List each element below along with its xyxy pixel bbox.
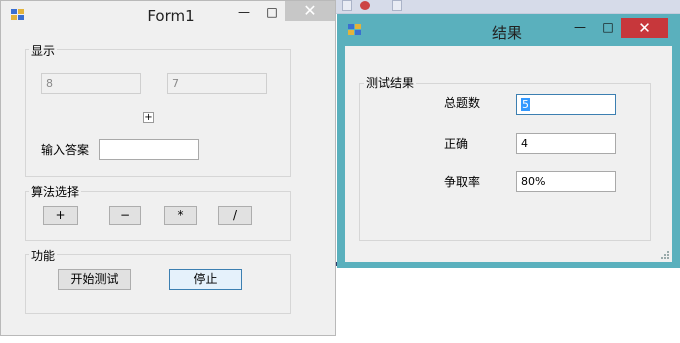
app-icon bbox=[348, 24, 362, 36]
form1-titlebar[interactable]: Form1 — □ ✕ bbox=[1, 1, 335, 31]
result-client-area: 测试结果 总题数 5 正确 4 争取率 80% bbox=[345, 46, 672, 262]
window-title: Form1 bbox=[147, 7, 195, 25]
resize-grip-icon[interactable] bbox=[660, 250, 670, 260]
minimize-button[interactable]: — bbox=[567, 16, 593, 38]
algorithm-group-label: 算法选择 bbox=[29, 183, 82, 200]
maximize-button[interactable]: □ bbox=[259, 1, 285, 23]
total-value: 5 bbox=[521, 98, 530, 111]
divide-button[interactable]: / bbox=[218, 206, 252, 225]
rate-field[interactable]: 80% bbox=[516, 171, 616, 192]
minimize-button[interactable]: — bbox=[231, 1, 257, 23]
stop-button[interactable]: 停止 bbox=[169, 269, 242, 290]
window-title: 结果 bbox=[491, 24, 522, 42]
form1-window: Form1 — □ ✕ 显示 8 7 + 输入答案 算法选择 + − * / 功… bbox=[0, 0, 336, 336]
multiply-button[interactable]: * bbox=[164, 206, 197, 225]
correct-field[interactable]: 4 bbox=[516, 133, 616, 154]
ide-toolbar-strip bbox=[336, 0, 680, 14]
operator-label: + bbox=[143, 112, 154, 123]
maximize-button[interactable]: □ bbox=[595, 16, 621, 38]
app-icon bbox=[11, 9, 25, 21]
total-field[interactable]: 5 bbox=[516, 94, 616, 115]
rate-label: 争取率 bbox=[444, 175, 481, 189]
display-group-label: 显示 bbox=[29, 42, 58, 59]
operand1-field[interactable]: 8 bbox=[41, 73, 141, 94]
start-test-button[interactable]: 开始测试 bbox=[58, 269, 131, 290]
subtract-button[interactable]: − bbox=[109, 206, 141, 225]
function-group-label: 功能 bbox=[29, 247, 58, 264]
record-icon bbox=[360, 1, 370, 10]
add-button[interactable]: + bbox=[43, 206, 78, 225]
operand2-field[interactable]: 7 bbox=[167, 73, 267, 94]
correct-label: 正确 bbox=[444, 137, 469, 151]
test-result-group-label: 测试结果 bbox=[364, 74, 417, 91]
close-button[interactable]: ✕ bbox=[285, 1, 335, 21]
answer-input[interactable] bbox=[99, 139, 199, 160]
answer-label: 输入答案 bbox=[41, 143, 90, 157]
dropdown-icon[interactable] bbox=[392, 0, 402, 11]
close-button[interactable]: ✕ bbox=[621, 18, 668, 38]
ide-toolbar-button[interactable] bbox=[342, 0, 352, 11]
result-window: 结果 — □ ✕ 测试结果 总题数 5 正确 4 争取率 80% bbox=[337, 14, 680, 268]
total-label: 总题数 bbox=[444, 96, 481, 110]
